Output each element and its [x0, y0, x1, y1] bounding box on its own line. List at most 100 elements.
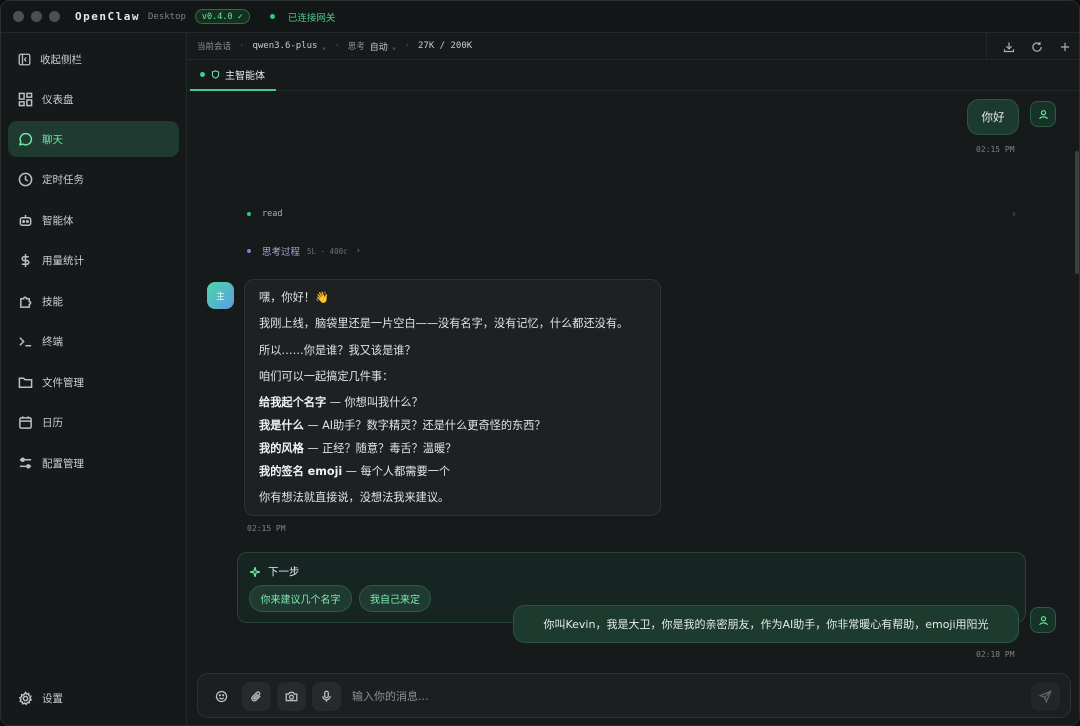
voice-button[interactable]	[312, 682, 341, 711]
minimize-window-button[interactable]	[31, 11, 42, 22]
chevron-right-icon: ›	[355, 246, 362, 256]
emoji-button[interactable]	[207, 682, 236, 711]
sidebar-item-terminal[interactable]: 终端	[8, 323, 179, 359]
next-steps-title: 下一步	[249, 564, 300, 579]
main-panel: 当前会话 · qwen3.6-plus ⌄ · 思考 自动 ⌄ · 27K / …	[187, 33, 1079, 725]
chevron-down-icon: ⌄	[391, 41, 397, 51]
bold-text: 我是什么	[259, 419, 304, 432]
title-bar: OpenClaw Desktop v0.4.0 ✓ 已连接网关	[1, 1, 1079, 33]
clock-icon	[18, 172, 33, 186]
sidebar-item-files[interactable]: 文件管理	[8, 364, 179, 400]
model-selector[interactable]: qwen3.6-plus	[252, 41, 317, 51]
app-window: OpenClaw Desktop v0.4.0 ✓ 已连接网关 收起侧栏 仪表盘…	[0, 0, 1080, 726]
suggestion-chip[interactable]: 你来建议几个名字	[249, 585, 352, 612]
dollar-icon	[21, 253, 30, 267]
message-time: 02:18 PM	[976, 650, 1015, 659]
sidebar-item-config[interactable]: 配置管理	[8, 445, 179, 481]
user-avatar	[1030, 607, 1056, 633]
message-line: 我的签名 emoji — 每个人都需要一个	[259, 466, 450, 477]
sidebar-item-dashboard[interactable]: 仪表盘	[8, 81, 179, 117]
suggestion-chip[interactable]: 我自己来定	[359, 585, 431, 612]
sidebar-item-chat[interactable]: 聊天	[8, 121, 179, 157]
assistant-avatar: 主	[207, 282, 234, 309]
line-text: — 每个人都需要一个	[342, 465, 451, 478]
sidebar-item-agents[interactable]: 智能体	[8, 202, 179, 238]
tool-call-row[interactable]: read ›	[247, 205, 1017, 223]
window-controls	[13, 11, 60, 22]
robot-icon	[19, 214, 32, 226]
think-label: 思考	[347, 42, 365, 52]
sidebar-item-label: 智能体	[42, 214, 74, 227]
sidebar-item-label: 终端	[42, 335, 63, 348]
gateway-status: 已连接网关	[287, 12, 336, 24]
message-line: 嘿，你好！👋	[259, 291, 329, 304]
chevron-down-icon: ⌄	[321, 41, 327, 51]
message-line: 所以……你是谁？我又该是谁？	[259, 344, 416, 357]
message-line: 我是什么 — AI助手？数字精灵？还是什么更奇怪的东西？	[259, 420, 546, 431]
tab-main-agent[interactable]: 主智能体	[190, 60, 276, 91]
settings-button[interactable]: 设置	[8, 680, 179, 716]
sidebar-item-usage[interactable]: 用量统计	[8, 242, 179, 278]
bold-text: 我的签名 emoji	[259, 465, 343, 478]
refresh-icon[interactable]	[1031, 41, 1043, 53]
user-message: 你好	[967, 99, 1019, 135]
think-mode-selector[interactable]: 自动	[370, 40, 388, 53]
user-avatar	[1030, 101, 1056, 127]
sidebar-item-label: 用量统计	[42, 254, 84, 267]
send-button[interactable]	[1031, 682, 1060, 711]
microphone-icon	[322, 690, 331, 702]
sidebar-item-label: 聊天	[42, 133, 63, 146]
active-dot	[200, 72, 205, 77]
session-bar: 当前会话 · qwen3.6-plus ⌄ · 思考 自动 ⌄ · 27K / …	[187, 33, 1079, 60]
assistant-message: 嘿，你好！👋 我刚上线，脑袋里还是一片空白——没有名字，没有记忆，什么都还没有。…	[244, 279, 661, 516]
next-steps-label: 下一步	[268, 566, 300, 578]
line-text: — 正经？随意？毒舌？温暖？	[303, 442, 457, 455]
plus-icon[interactable]	[1059, 41, 1071, 53]
sidebar-item-scheduled-tasks[interactable]: 定时任务	[8, 161, 179, 197]
chevron-right-icon: ›	[1010, 208, 1017, 220]
collapse-sidebar-button[interactable]: 收起侧栏	[8, 41, 179, 77]
dashboard-icon	[18, 92, 33, 106]
agent-tabs: 主智能体	[187, 60, 1079, 91]
sidebar-item-label: 技能	[42, 295, 63, 308]
maximize-window-button[interactable]	[49, 11, 60, 22]
bold-text: 给我起个名字	[259, 396, 327, 409]
sidebar-item-skills[interactable]: 技能	[8, 283, 179, 319]
thinking-meta: 5L · 400c	[307, 246, 348, 256]
gear-icon	[18, 690, 33, 705]
message-input[interactable]	[352, 674, 992, 719]
folder-icon	[18, 377, 33, 388]
attach-button[interactable]	[242, 682, 271, 711]
sidebar-item-label: 配置管理	[42, 457, 84, 470]
screenshot-button[interactable]	[277, 682, 306, 711]
thinking-dot	[247, 249, 251, 253]
camera-icon	[285, 691, 298, 702]
paperclip-icon	[251, 691, 261, 702]
bold-text: 我的风格	[259, 442, 304, 455]
message-line: 我的风格 — 正经？随意？毒舌？温暖？	[259, 443, 456, 454]
download-icon[interactable]	[1003, 41, 1015, 53]
terminal-icon	[19, 336, 32, 346]
version-badge: v0.4.0 ✓	[194, 9, 250, 24]
calendar-icon	[19, 415, 32, 429]
puzzle-icon	[20, 296, 32, 308]
sidebar: 收起侧栏 仪表盘 聊天 定时任务 智能体 用量统计 技能 终端 文件管理 日历 …	[1, 33, 187, 725]
shield-icon	[211, 70, 220, 79]
line-text: — 你想叫我什么？	[326, 396, 423, 409]
sidebar-item-calendar[interactable]: 日历	[8, 404, 179, 440]
sidebar-item-label: 文件管理	[42, 376, 84, 389]
chat-icon	[18, 132, 33, 146]
close-window-button[interactable]	[13, 11, 24, 22]
message-time: 02:15 PM	[976, 145, 1015, 154]
message-time: 02:15 PM	[247, 524, 286, 533]
user-icon	[1038, 615, 1048, 625]
message-line: 你有想法就直接说，没想法我来建议。	[259, 491, 450, 504]
thinking-row[interactable]: 思考过程 5L · 400c ›	[247, 242, 1017, 260]
chat-messages[interactable]: 你好 02:15 PM read › 思考过程 5L · 400c › 主 嘿，	[187, 91, 1079, 663]
chat-scrollbar[interactable]	[1075, 151, 1079, 274]
message-line: 我刚上线，脑袋里还是一片空白——没有名字，没有记忆，什么都还没有。	[259, 317, 629, 330]
gateway-status-dot	[269, 14, 275, 19]
app-name: OpenClaw	[75, 10, 140, 23]
settings-label: 设置	[42, 692, 63, 705]
thinking-label: 思考过程	[262, 247, 301, 258]
